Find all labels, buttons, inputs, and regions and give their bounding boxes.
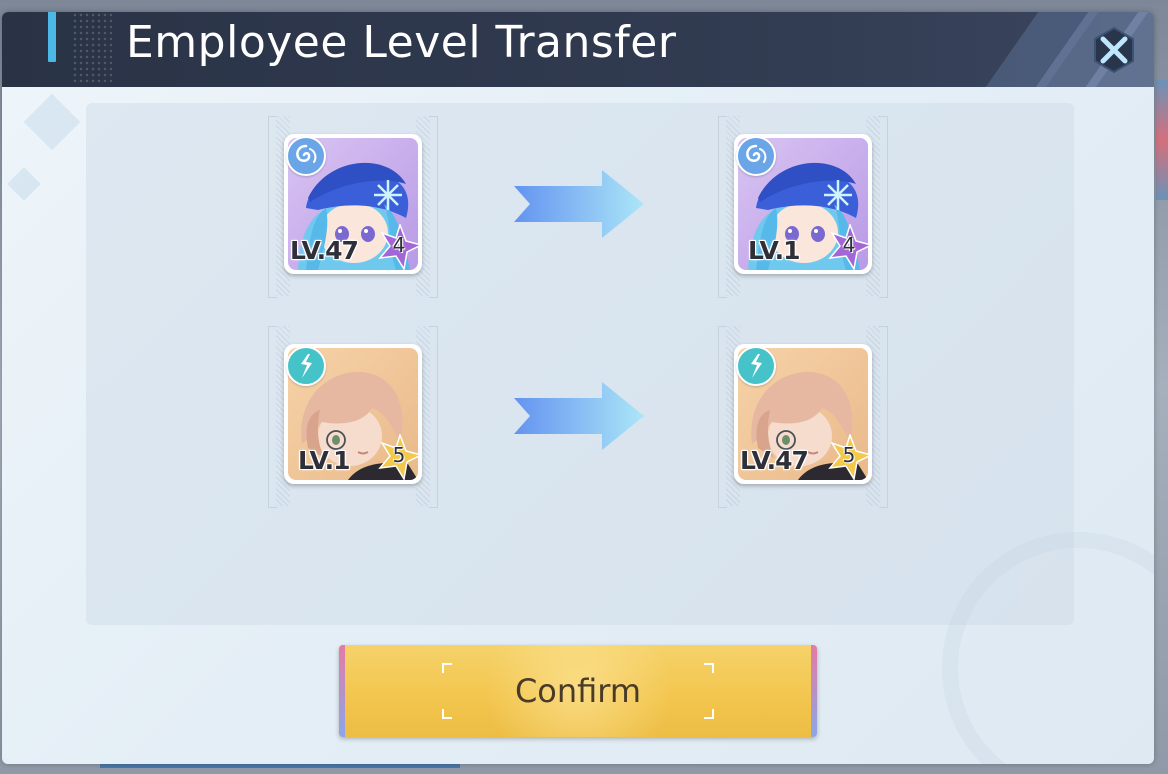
water-element-icon bbox=[736, 136, 776, 176]
dialog-title: Employee Level Transfer bbox=[126, 17, 677, 68]
background-tab-strip bbox=[1156, 80, 1168, 200]
decorative-diamond bbox=[7, 167, 41, 201]
title-dot-pattern bbox=[72, 12, 112, 82]
level-label: LV.1 bbox=[748, 236, 801, 265]
employee-card[interactable]: LV.1 5 bbox=[284, 344, 424, 484]
title-accent-bar bbox=[48, 12, 56, 62]
target-employee-slot: LV.1 4 bbox=[718, 116, 888, 298]
target-employee-slot: LV.47 5 bbox=[718, 326, 888, 508]
source-employee-slot: LV.1 5 bbox=[268, 326, 438, 508]
employee-card[interactable]: LV.47 4 bbox=[284, 134, 424, 274]
lightning-element-icon bbox=[736, 346, 776, 386]
confirm-button[interactable]: Confirm bbox=[339, 645, 817, 737]
purple-star-rank-icon: 4 bbox=[824, 222, 874, 272]
level-label: LV.47 bbox=[740, 446, 809, 475]
confirm-label: Confirm bbox=[514, 672, 642, 710]
star-count: 5 bbox=[842, 443, 856, 467]
star-count: 4 bbox=[392, 233, 406, 257]
water-element-icon bbox=[286, 136, 326, 176]
source-employee-slot: LV.47 4 bbox=[268, 116, 438, 298]
star-count: 4 bbox=[842, 233, 856, 257]
gold-star-rank-icon: 5 bbox=[374, 432, 424, 482]
transfer-arrow-icon bbox=[510, 378, 650, 454]
level-transfer-dialog: Employee Level Transfer LV.47 4 LV.1 4 L… bbox=[2, 12, 1154, 764]
close-x-icon bbox=[1094, 26, 1134, 74]
decorative-diamond bbox=[23, 93, 81, 151]
title-bar: Employee Level Transfer bbox=[2, 12, 1154, 87]
employee-card[interactable]: LV.47 5 bbox=[734, 344, 874, 484]
purple-star-rank-icon: 4 bbox=[374, 222, 424, 272]
close-button[interactable] bbox=[1090, 26, 1138, 74]
level-label: LV.47 bbox=[290, 236, 359, 265]
transfer-arrow-icon bbox=[510, 166, 650, 242]
star-count: 5 bbox=[392, 443, 406, 467]
gold-star-rank-icon: 5 bbox=[824, 432, 874, 482]
lightning-element-icon bbox=[286, 346, 326, 386]
employee-card[interactable]: LV.1 4 bbox=[734, 134, 874, 274]
level-label: LV.1 bbox=[298, 446, 351, 475]
